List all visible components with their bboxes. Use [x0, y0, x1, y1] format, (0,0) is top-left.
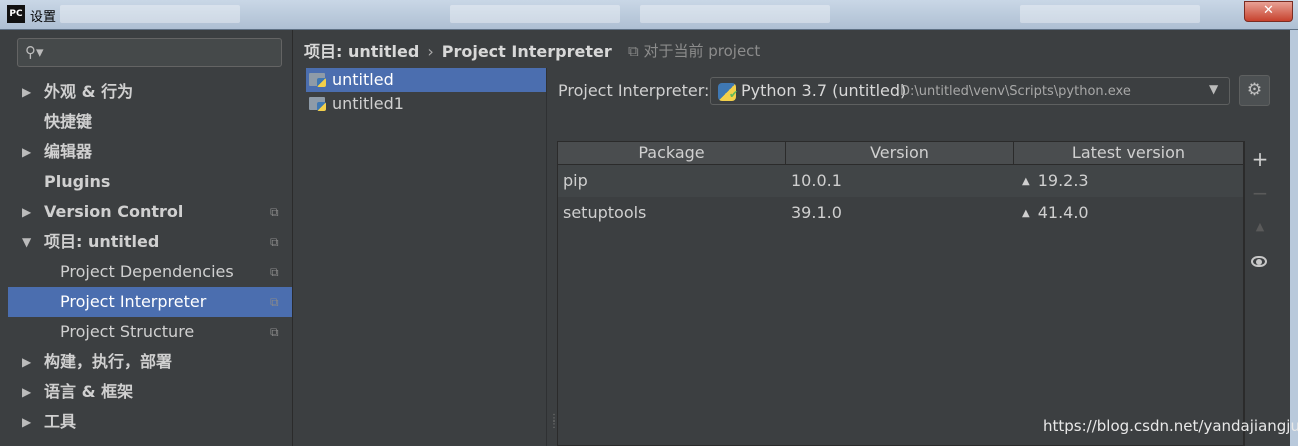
sidebar-item-build[interactable]: ▶ 构建，执行，部署	[8, 347, 292, 377]
column-header-package[interactable]: Package	[558, 142, 786, 164]
package-latest: ▲ 19.2.3	[1022, 165, 1089, 200]
project-label: untitled	[332, 70, 394, 89]
project-item-untitled[interactable]: untitled	[306, 68, 546, 92]
breadcrumb-separator: ›	[427, 42, 434, 61]
sidebar-item-label: 语言 & 框架	[44, 382, 134, 401]
interpreter-settings-button[interactable]: ⚙	[1239, 75, 1270, 106]
sidebar-item-label: 快捷键	[44, 112, 93, 131]
sidebar-item-editor[interactable]: ▶ 编辑器	[8, 137, 292, 167]
sidebar-item-label: 构建，执行，部署	[44, 352, 173, 371]
sidebar-item-label: Project Interpreter	[60, 292, 207, 311]
settings-tree: ▶ 外观 & 行为 快捷键 ▶ 编辑器 Plugins ▶ Version Co…	[8, 77, 292, 437]
sidebar-item-project[interactable]: ▼ 项目: untitled ⧉	[8, 227, 292, 257]
collapse-arrow-icon[interactable]: ▼	[22, 227, 31, 257]
sidebar-divider[interactable]	[292, 30, 293, 446]
window-titlebar: PC 设置 ✕	[0, 0, 1298, 30]
search-input[interactable]: ⚲▾	[17, 38, 282, 67]
sidebar-item-languages[interactable]: ▶ 语言 & 框架	[8, 377, 292, 407]
expand-arrow-icon[interactable]: ▶	[22, 197, 31, 227]
gear-icon: ⚙	[1246, 80, 1263, 100]
for-current-project-hint: ⧉ 对于当前 project	[628, 42, 761, 60]
sidebar-item-keymap[interactable]: 快捷键	[8, 107, 292, 137]
sidebar-item-label: Project Structure	[60, 322, 195, 341]
settings-sidebar: ⚲▾ ▶ 外观 & 行为 快捷键 ▶ 编辑器 Plugins ▶ Version…	[8, 30, 292, 446]
background-window-ghost	[450, 5, 620, 23]
sidebar-item-label: Plugins	[44, 172, 111, 191]
background-window-ghost	[1020, 5, 1200, 23]
table-row[interactable]: pip 10.0.1 ▲ 19.2.3	[558, 165, 1243, 197]
project-level-icon: ⧉	[270, 205, 279, 219]
expand-arrow-icon[interactable]: ▶	[22, 137, 31, 167]
sidebar-item-project-interpreter[interactable]: Project Interpreter ⧉	[8, 287, 292, 317]
checkmark-icon: ✔	[729, 88, 739, 101]
window-title: 设置	[30, 10, 57, 25]
interpreter-name: Python 3.7 (untitled)	[741, 81, 907, 100]
project-label: untitled1	[332, 94, 404, 113]
project-level-icon: ⧉	[270, 295, 279, 309]
expand-arrow-icon[interactable]: ▶	[22, 407, 31, 437]
window-right-border	[1290, 30, 1298, 446]
python-folder-icon	[309, 73, 326, 87]
breadcrumb: 项目: untitled › Project Interpreter	[304, 38, 612, 62]
sidebar-item-version-control[interactable]: ▶ Version Control ⧉	[8, 197, 292, 227]
packages-toolbar: + − ▲	[1244, 141, 1275, 446]
chevron-down-icon[interactable]: ▼	[1209, 82, 1218, 96]
table-header: Package Version Latest version	[558, 142, 1243, 165]
column-header-version[interactable]: Version	[786, 142, 1014, 164]
interpreter-dropdown[interactable]: ✔ Python 3.7 (untitled) D:\untitled\venv…	[710, 77, 1230, 105]
upgrade-available-icon: ▲	[1022, 176, 1030, 187]
python-folder-icon	[309, 97, 326, 111]
sidebar-item-label: 外观 & 行为	[44, 82, 134, 101]
interpreter-label: Project Interpreter:	[558, 81, 710, 100]
package-name: setuptools	[563, 203, 647, 222]
sidebar-item-label: Version Control	[44, 202, 184, 221]
package-name: pip	[563, 171, 588, 190]
remove-package-button[interactable]: −	[1245, 178, 1275, 208]
latest-version-value: 19.2.3	[1037, 171, 1089, 190]
upgrade-package-button[interactable]: ▲	[1245, 212, 1275, 242]
add-package-button[interactable]: +	[1245, 144, 1275, 174]
latest-version-value: 41.4.0	[1037, 203, 1089, 222]
sidebar-item-appearance[interactable]: ▶ 外观 & 行为	[8, 77, 292, 107]
interpreter-path: D:\untitled\venv\Scripts\python.exe	[900, 84, 1131, 99]
background-window-ghost	[60, 5, 240, 23]
packages-table: Package Version Latest version pip 10.0.…	[557, 141, 1244, 446]
package-latest: ▲ 41.4.0	[1022, 197, 1089, 232]
sidebar-item-plugins[interactable]: Plugins	[8, 167, 292, 197]
watermark: https://blog.csdn.net/yandajiangjun	[1043, 417, 1298, 435]
upgrade-available-icon: ▲	[1022, 208, 1030, 219]
breadcrumb-parent: 项目: untitled	[304, 42, 420, 61]
expand-arrow-icon[interactable]: ▶	[22, 377, 31, 407]
sidebar-item-project-structure[interactable]: Project Structure ⧉	[8, 317, 292, 347]
search-icon: ⚲▾	[25, 43, 44, 61]
sidebar-item-label: 编辑器	[44, 142, 93, 161]
project-item-untitled1[interactable]: untitled1	[306, 92, 546, 116]
close-button[interactable]: ✕	[1244, 1, 1293, 22]
sidebar-item-label: Project Dependencies	[60, 262, 234, 281]
package-version: 39.1.0	[791, 203, 842, 222]
sidebar-item-label: 项目: untitled	[44, 232, 160, 251]
sidebar-item-tools[interactable]: ▶ 工具	[8, 407, 292, 437]
column-header-latest-version[interactable]: Latest version	[1014, 142, 1243, 164]
package-version: 10.0.1	[791, 171, 842, 190]
table-row[interactable]: setuptools 39.1.0 ▲ 41.4.0	[558, 197, 1243, 229]
project-list: untitled untitled1	[306, 68, 547, 446]
project-level-icon: ⧉	[270, 325, 279, 339]
expand-arrow-icon[interactable]: ▶	[22, 77, 31, 107]
sidebar-item-label: 工具	[44, 412, 77, 431]
project-level-icon: ⧉	[270, 235, 279, 249]
background-window-ghost	[640, 5, 830, 23]
project-level-icon: ⧉	[270, 265, 279, 279]
sidebar-item-project-dependencies[interactable]: Project Dependencies ⧉	[8, 257, 292, 287]
pycharm-app-icon: PC	[7, 5, 25, 23]
expand-arrow-icon[interactable]: ▶	[22, 347, 31, 377]
eye-icon[interactable]	[1251, 256, 1267, 267]
breadcrumb-current: Project Interpreter	[441, 42, 612, 61]
